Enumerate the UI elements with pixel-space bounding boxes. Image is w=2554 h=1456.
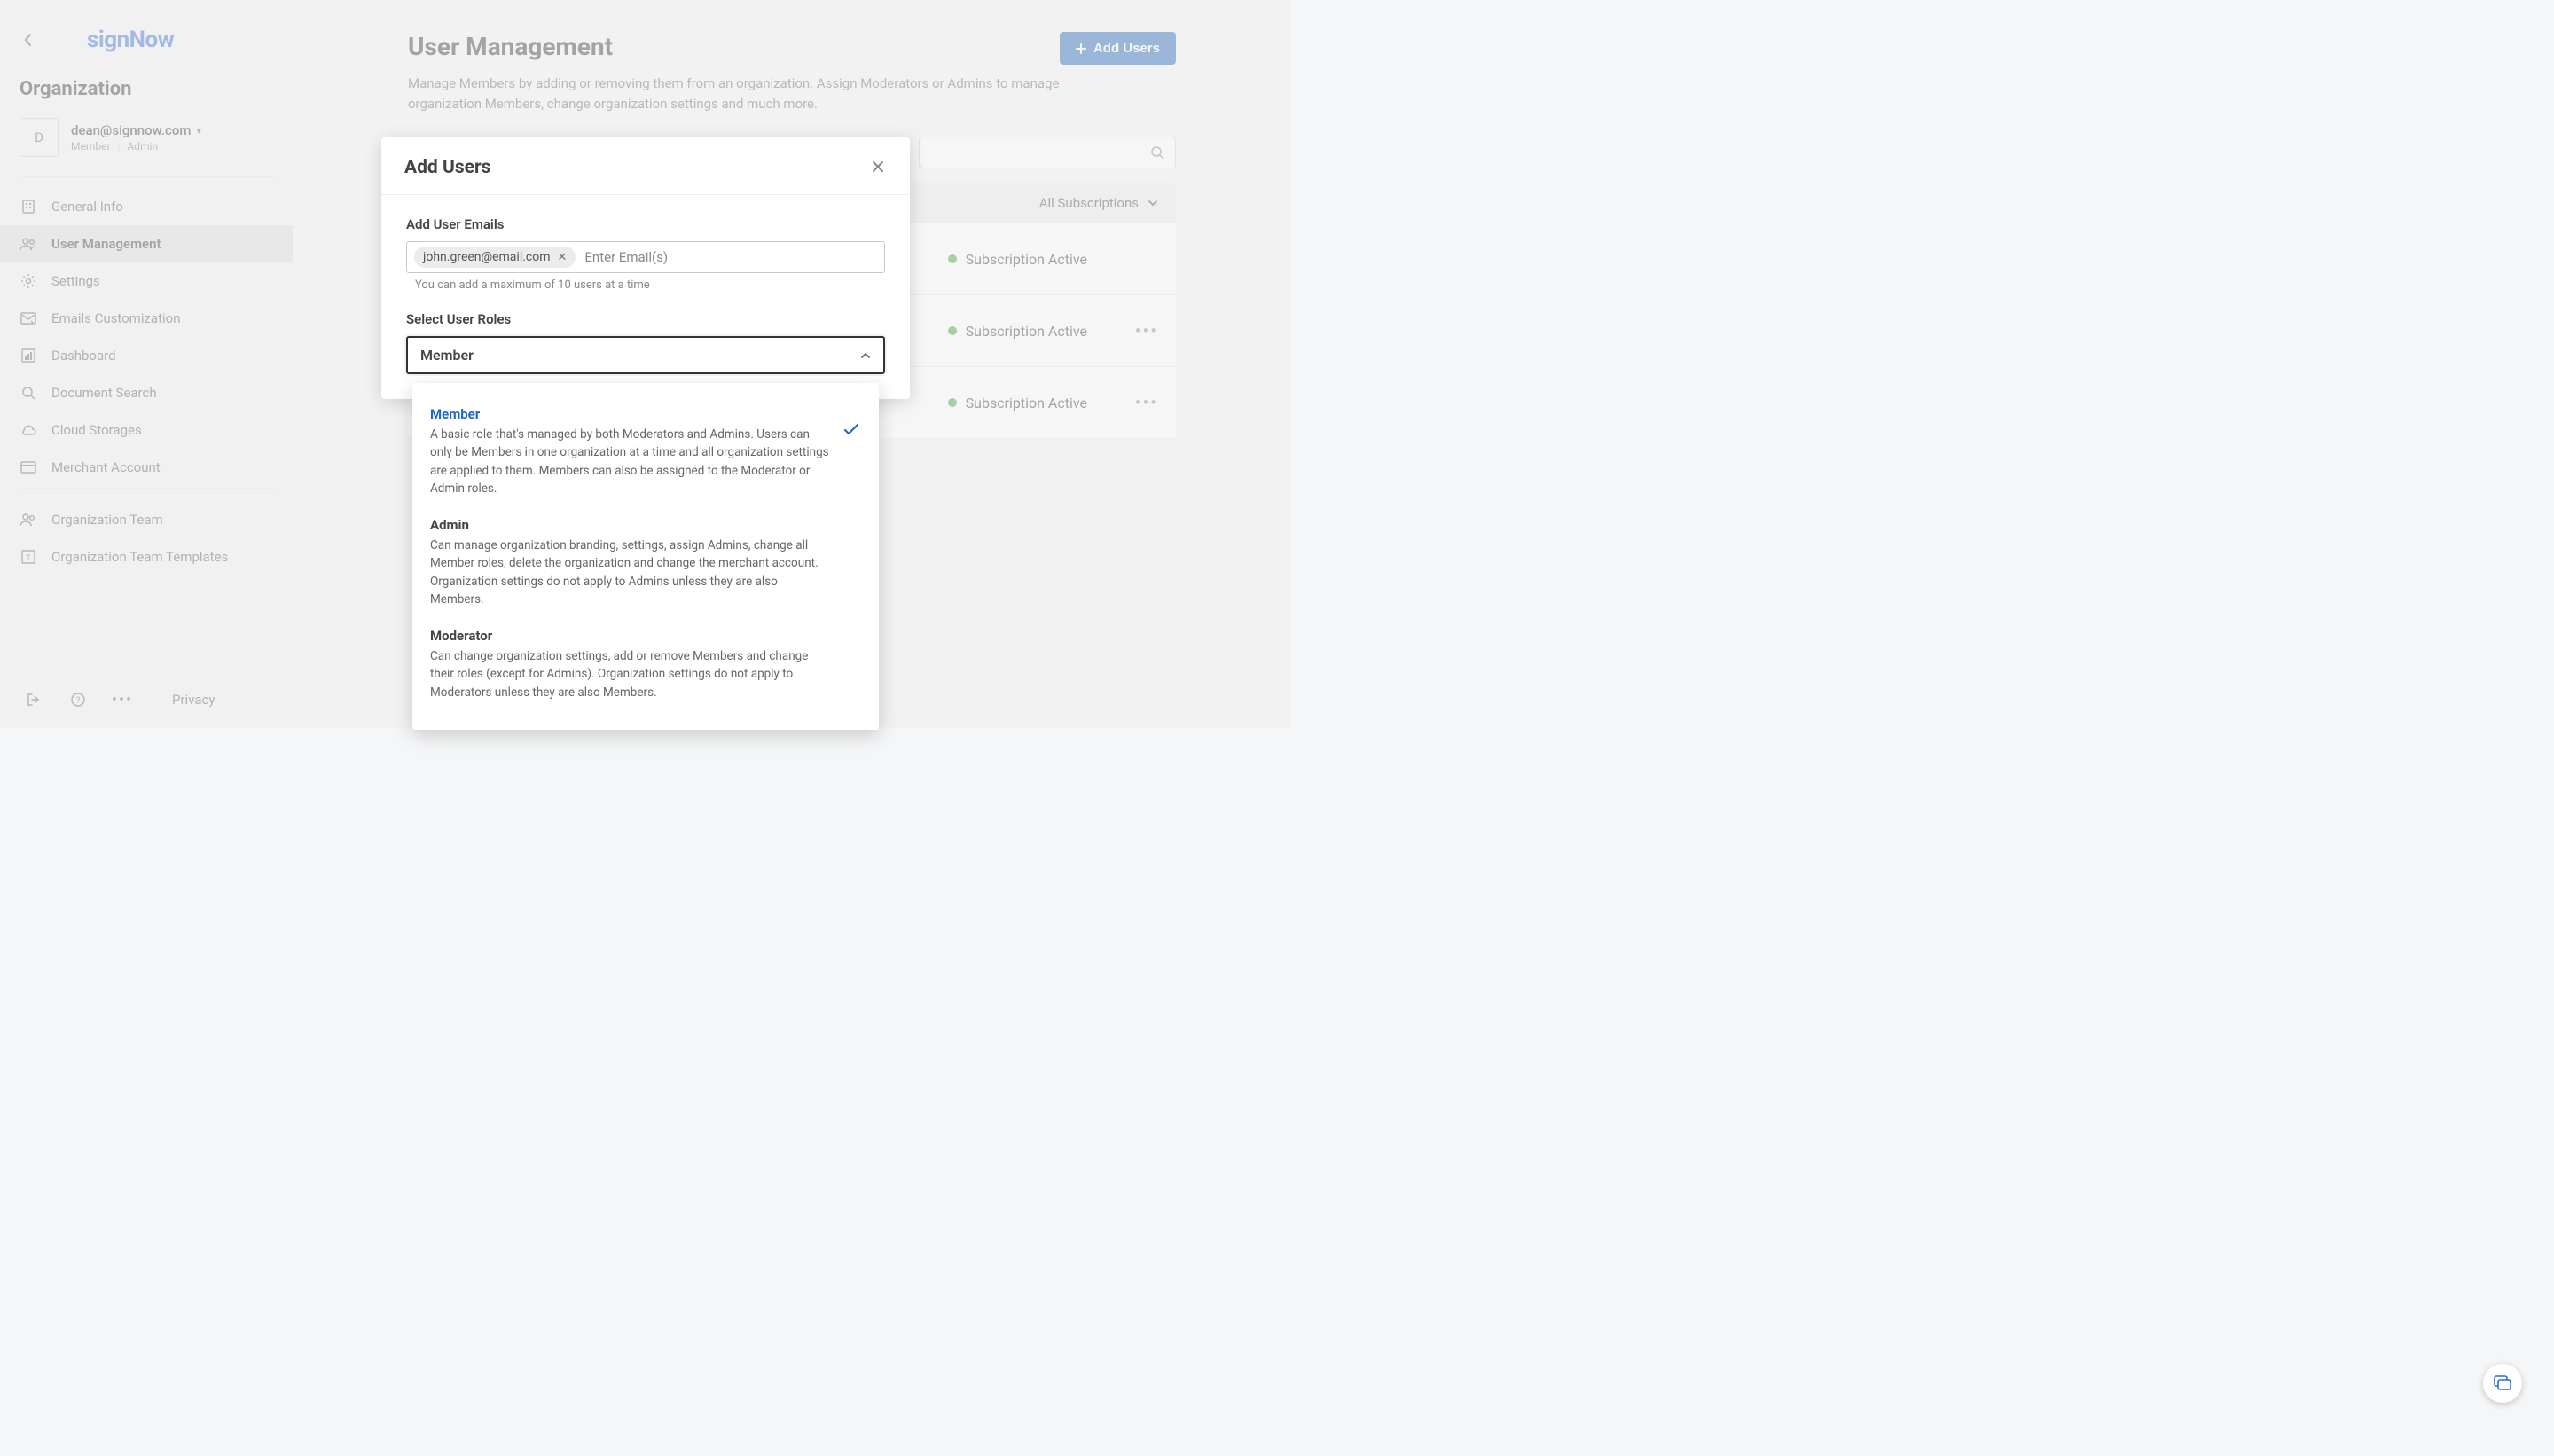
role-dropdown: Member A basic role that's managed by bo… xyxy=(412,383,879,730)
email-chip: john.green@email.com ✕ xyxy=(414,247,576,268)
email-chip-text: john.green@email.com xyxy=(423,250,551,264)
option-desc: Can manage organization branding, settin… xyxy=(430,536,829,608)
emails-field-label: Add User Emails xyxy=(406,216,885,232)
chevron-up-icon xyxy=(860,352,871,359)
close-icon xyxy=(871,160,885,174)
role-option-admin[interactable]: Admin Can manage organization branding, … xyxy=(412,510,879,621)
role-select-value: Member xyxy=(420,347,474,364)
role-option-moderator[interactable]: Moderator Can change organization settin… xyxy=(412,621,879,714)
option-desc: A basic role that's managed by both Mode… xyxy=(430,426,829,497)
option-title: Admin xyxy=(430,517,861,533)
add-users-modal: Add Users Add User Emails john.green@ema… xyxy=(381,137,910,399)
role-select[interactable]: Member xyxy=(406,336,885,374)
modal-title: Add Users xyxy=(404,157,490,178)
option-desc: Can change organization settings, add or… xyxy=(430,647,829,701)
option-title: Moderator xyxy=(430,628,861,644)
chat-icon xyxy=(2493,1374,2512,1393)
email-hint: You can add a maximum of 10 users at a t… xyxy=(415,278,885,292)
role-option-member[interactable]: Member A basic role that's managed by bo… xyxy=(412,399,879,510)
roles-field-label: Select User Roles xyxy=(406,311,885,327)
check-icon xyxy=(843,424,859,436)
email-input[interactable]: john.green@email.com ✕ Enter Email(s) xyxy=(406,241,885,273)
email-placeholder: Enter Email(s) xyxy=(584,249,668,265)
option-title: Member xyxy=(430,406,861,422)
close-button[interactable] xyxy=(871,160,887,176)
remove-chip-button[interactable]: ✕ xyxy=(558,251,568,264)
help-fab[interactable] xyxy=(2483,1364,2522,1403)
